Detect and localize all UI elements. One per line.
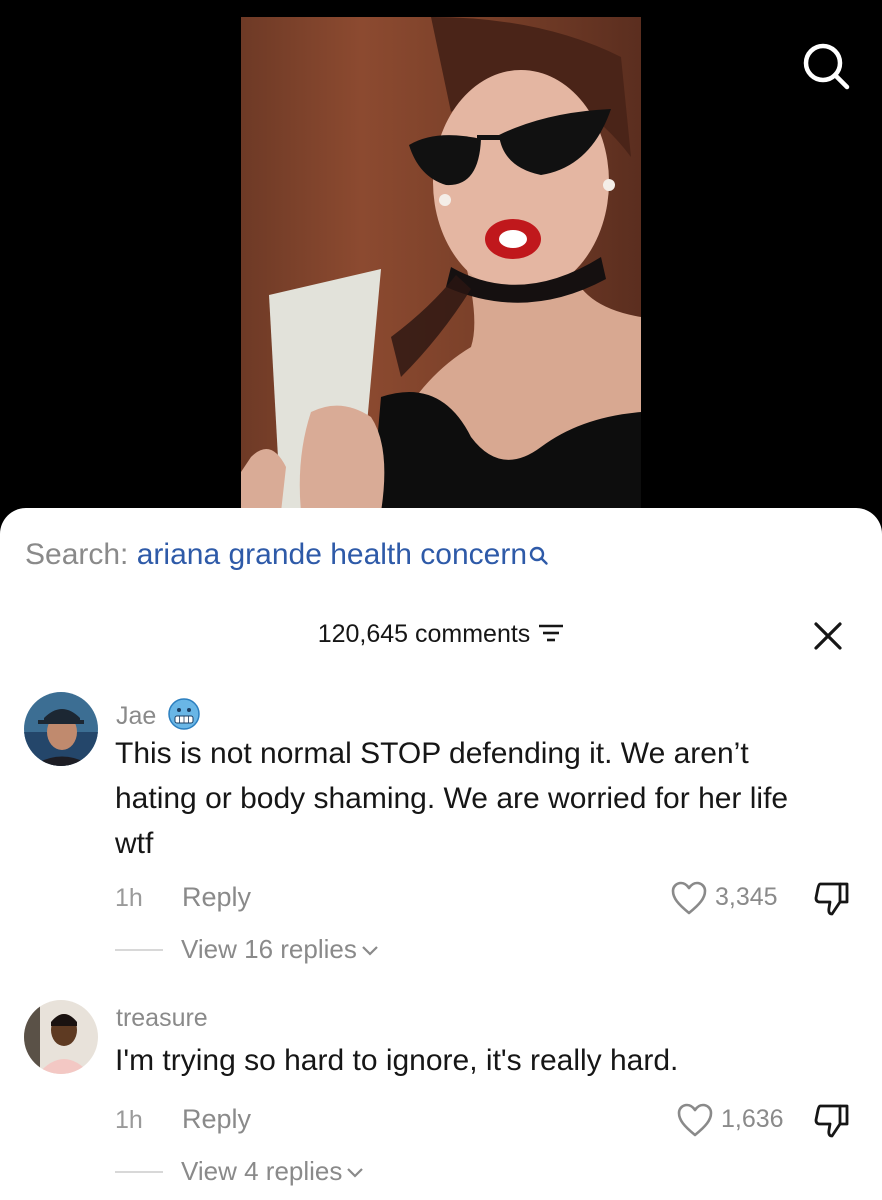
comment-time: 1h xyxy=(115,884,143,912)
like-button[interactable] xyxy=(670,880,708,921)
dislike-button[interactable] xyxy=(812,1100,852,1145)
comment-username[interactable]: treasure xyxy=(116,1004,208,1033)
video-search-button[interactable] xyxy=(798,38,854,94)
reply-button[interactable]: Reply xyxy=(182,882,251,913)
search-icon xyxy=(529,540,549,574)
view-replies-button[interactable]: View 16 replies xyxy=(181,934,379,965)
comments-count: 120,645 comments xyxy=(317,620,531,648)
like-count: 3,345 xyxy=(715,883,778,911)
video-thumbnail xyxy=(241,17,641,512)
comment-text[interactable]: This is not normal STOP defending it. We… xyxy=(115,731,788,866)
replies-divider xyxy=(115,949,163,951)
view-replies-button[interactable]: View 4 replies xyxy=(181,1156,364,1187)
view-replies-label: View 4 replies xyxy=(181,1156,343,1186)
like-count: 1,636 xyxy=(721,1105,784,1133)
avatar[interactable] xyxy=(24,692,98,766)
thumbs-down-icon xyxy=(814,882,849,916)
search-suggestion[interactable]: Search: ariana grande health concern xyxy=(25,538,549,574)
search-prefix: Search: xyxy=(25,538,137,571)
thumbs-down-icon xyxy=(814,1104,849,1138)
comment-text-line: This is not normal STOP defending it. We… xyxy=(115,737,749,770)
heart-icon xyxy=(677,1103,713,1137)
chevron-down-icon xyxy=(347,1168,364,1178)
comment-text-line: wtf xyxy=(115,827,154,860)
search-icon xyxy=(803,43,850,90)
heart-icon xyxy=(671,881,707,915)
search-query[interactable]: ariana grande health concern xyxy=(137,538,527,571)
close-icon xyxy=(814,622,842,650)
dislike-button[interactable] xyxy=(812,878,852,923)
video-frame[interactable] xyxy=(241,17,641,512)
filter-icon[interactable] xyxy=(538,621,564,650)
comments-header: 120,645 comments xyxy=(0,620,882,650)
reply-button[interactable]: Reply xyxy=(182,1104,251,1135)
comment-text[interactable]: I'm trying so hard to ignore, it's reall… xyxy=(115,1038,678,1083)
like-button[interactable] xyxy=(676,1102,714,1143)
view-replies-label: View 16 replies xyxy=(181,934,357,964)
close-comments-button[interactable] xyxy=(810,618,846,654)
replies-divider xyxy=(115,1171,163,1173)
comment-time: 1h xyxy=(115,1106,143,1134)
comment-text-line: hating or body shaming. We are worried f… xyxy=(115,782,789,815)
avatar[interactable] xyxy=(24,1000,98,1074)
chevron-down-icon xyxy=(362,946,378,956)
comment-username-text: Jae xyxy=(116,702,157,731)
comment-text-line: I'm trying so hard to ignore, it's reall… xyxy=(115,1044,679,1077)
video-area[interactable] xyxy=(0,0,882,530)
